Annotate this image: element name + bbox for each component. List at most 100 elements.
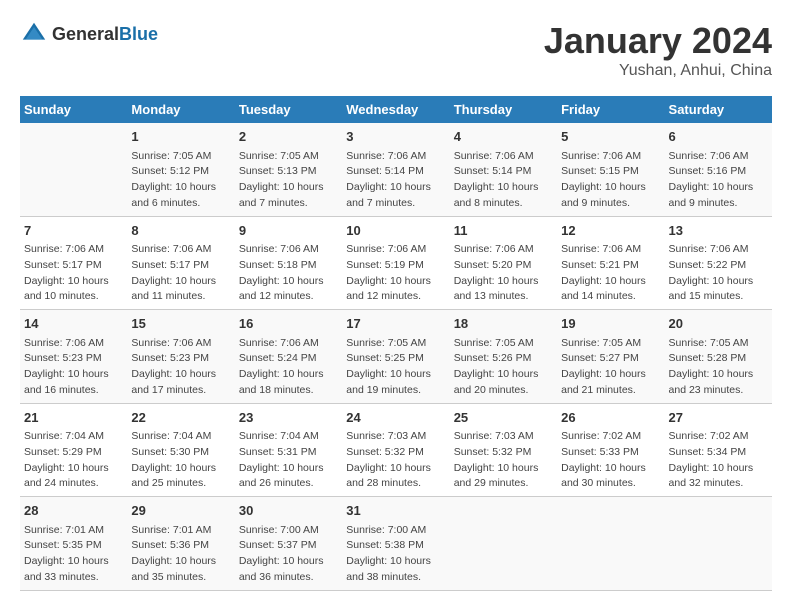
- header-day-monday: Monday: [127, 96, 234, 123]
- day-number: 18: [454, 314, 553, 334]
- day-info: Sunrise: 7:05 AMSunset: 5:26 PMDaylight:…: [454, 336, 553, 399]
- month-title: January 2024: [544, 20, 772, 62]
- calendar-cell: 1Sunrise: 7:05 AMSunset: 5:12 PMDaylight…: [127, 123, 234, 216]
- day-info: Sunrise: 7:00 AMSunset: 5:37 PMDaylight:…: [239, 523, 338, 586]
- day-info: Sunrise: 7:06 AMSunset: 5:14 PMDaylight:…: [454, 149, 553, 212]
- calendar-cell: 5Sunrise: 7:06 AMSunset: 5:15 PMDaylight…: [557, 123, 664, 216]
- day-number: 22: [131, 408, 230, 428]
- day-number: 28: [24, 501, 123, 521]
- day-info: Sunrise: 7:06 AMSunset: 5:16 PMDaylight:…: [669, 149, 768, 212]
- day-number: 29: [131, 501, 230, 521]
- calendar-cell: 29Sunrise: 7:01 AMSunset: 5:36 PMDayligh…: [127, 497, 234, 591]
- calendar-cell: 3Sunrise: 7:06 AMSunset: 5:14 PMDaylight…: [342, 123, 449, 216]
- day-info: Sunrise: 7:06 AMSunset: 5:23 PMDaylight:…: [131, 336, 230, 399]
- day-info: Sunrise: 7:06 AMSunset: 5:22 PMDaylight:…: [669, 242, 768, 305]
- day-number: 16: [239, 314, 338, 334]
- day-info: Sunrise: 7:06 AMSunset: 5:24 PMDaylight:…: [239, 336, 338, 399]
- day-info: Sunrise: 7:05 AMSunset: 5:27 PMDaylight:…: [561, 336, 660, 399]
- day-number: 7: [24, 221, 123, 241]
- day-info: Sunrise: 7:05 AMSunset: 5:12 PMDaylight:…: [131, 149, 230, 212]
- location-title: Yushan, Anhui, China: [544, 62, 772, 80]
- calendar-cell: 22Sunrise: 7:04 AMSunset: 5:30 PMDayligh…: [127, 403, 234, 497]
- day-number: 30: [239, 501, 338, 521]
- day-info: Sunrise: 7:03 AMSunset: 5:32 PMDaylight:…: [454, 429, 553, 492]
- day-number: 26: [561, 408, 660, 428]
- week-row-2: 7 Sunrise: 7:06 AMSunset: 5:17 PMDaylight…: [20, 216, 772, 310]
- header-day-saturday: Saturday: [665, 96, 772, 123]
- logo: GeneralBlue: [20, 20, 158, 48]
- calendar-cell: 11Sunrise: 7:06 AMSunset: 5:20 PMDayligh…: [450, 216, 557, 310]
- calendar-cell: 13Sunrise: 7:06 AMSunset: 5:22 PMDayligh…: [665, 216, 772, 310]
- calendar-cell: 18Sunrise: 7:05 AMSunset: 5:26 PMDayligh…: [450, 310, 557, 404]
- calendar-cell: 2Sunrise: 7:05 AMSunset: 5:13 PMDaylight…: [235, 123, 342, 216]
- day-number: 11: [454, 221, 553, 241]
- logo-blue: Blue: [119, 24, 158, 44]
- calendar-cell: [665, 497, 772, 591]
- calendar-cell: 6Sunrise: 7:06 AMSunset: 5:16 PMDaylight…: [665, 123, 772, 216]
- day-number: 4: [454, 127, 553, 147]
- day-info: Sunrise: 7:06 AMSunset: 5:14 PMDaylight:…: [346, 149, 445, 212]
- day-info: Sunrise: 7:05 AMSunset: 5:13 PMDaylight:…: [239, 149, 338, 212]
- header-day-friday: Friday: [557, 96, 664, 123]
- day-info: Sunrise: 7:06 AMSunset: 5:21 PMDaylight:…: [561, 242, 660, 305]
- day-number: 13: [669, 221, 768, 241]
- day-number: 21: [24, 408, 123, 428]
- day-number: 6: [669, 127, 768, 147]
- calendar-cell: 15Sunrise: 7:06 AMSunset: 5:23 PMDayligh…: [127, 310, 234, 404]
- day-info: Sunrise: 7:02 AMSunset: 5:34 PMDaylight:…: [669, 429, 768, 492]
- day-number: 8: [131, 221, 230, 241]
- calendar-cell: 12Sunrise: 7:06 AMSunset: 5:21 PMDayligh…: [557, 216, 664, 310]
- days-of-week-row: SundayMondayTuesdayWednesdayThursdayFrid…: [20, 96, 772, 123]
- header-day-thursday: Thursday: [450, 96, 557, 123]
- calendar-cell: 9Sunrise: 7:06 AMSunset: 5:18 PMDaylight…: [235, 216, 342, 310]
- calendar-cell: 25Sunrise: 7:03 AMSunset: 5:32 PMDayligh…: [450, 403, 557, 497]
- day-number: 10: [346, 221, 445, 241]
- header-day-sunday: Sunday: [20, 96, 127, 123]
- calendar-table: SundayMondayTuesdayWednesdayThursdayFrid…: [20, 96, 772, 591]
- day-info: Sunrise: 7:02 AMSunset: 5:33 PMDaylight:…: [561, 429, 660, 492]
- header-day-tuesday: Tuesday: [235, 96, 342, 123]
- day-info: Sunrise: 7:03 AMSunset: 5:32 PMDaylight:…: [346, 429, 445, 492]
- day-number: 31: [346, 501, 445, 521]
- day-info: Sunrise: 7:06 AMSunset: 5:19 PMDaylight:…: [346, 242, 445, 305]
- calendar-cell: 19Sunrise: 7:05 AMSunset: 5:27 PMDayligh…: [557, 310, 664, 404]
- day-number: 23: [239, 408, 338, 428]
- day-number: 24: [346, 408, 445, 428]
- calendar-cell: 24Sunrise: 7:03 AMSunset: 5:32 PMDayligh…: [342, 403, 449, 497]
- calendar-cell: 30Sunrise: 7:00 AMSunset: 5:37 PMDayligh…: [235, 497, 342, 591]
- day-info: Sunrise: 7:00 AMSunset: 5:38 PMDaylight:…: [346, 523, 445, 586]
- day-info: Sunrise: 7:01 AMSunset: 5:35 PMDaylight:…: [24, 523, 123, 586]
- calendar-cell: 16Sunrise: 7:06 AMSunset: 5:24 PMDayligh…: [235, 310, 342, 404]
- calendar-cell: [20, 123, 127, 216]
- logo-icon: [20, 20, 48, 48]
- day-info: Sunrise: 7:04 AMSunset: 5:29 PMDaylight:…: [24, 429, 123, 492]
- week-row-4: 21Sunrise: 7:04 AMSunset: 5:29 PMDayligh…: [20, 403, 772, 497]
- calendar-cell: 20Sunrise: 7:05 AMSunset: 5:28 PMDayligh…: [665, 310, 772, 404]
- day-number: 27: [669, 408, 768, 428]
- calendar-cell: 4Sunrise: 7:06 AMSunset: 5:14 PMDaylight…: [450, 123, 557, 216]
- day-number: 3: [346, 127, 445, 147]
- day-number: 1: [131, 127, 230, 147]
- calendar-cell: [557, 497, 664, 591]
- calendar-header: SundayMondayTuesdayWednesdayThursdayFrid…: [20, 96, 772, 123]
- day-number: 5: [561, 127, 660, 147]
- day-info: Sunrise: 7:05 AMSunset: 5:25 PMDaylight:…: [346, 336, 445, 399]
- week-row-1: 1Sunrise: 7:05 AMSunset: 5:12 PMDaylight…: [20, 123, 772, 216]
- day-info: Sunrise: 7:06 AMSunset: 5:23 PMDaylight:…: [24, 336, 123, 399]
- day-info: Sunrise: 7:04 AMSunset: 5:30 PMDaylight:…: [131, 429, 230, 492]
- calendar-cell: 27Sunrise: 7:02 AMSunset: 5:34 PMDayligh…: [665, 403, 772, 497]
- calendar-cell: 10Sunrise: 7:06 AMSunset: 5:19 PMDayligh…: [342, 216, 449, 310]
- day-info: Sunrise: 7:06 AMSunset: 5:18 PMDaylight:…: [239, 242, 338, 305]
- day-info: Sunrise: 7:04 AMSunset: 5:31 PMDaylight:…: [239, 429, 338, 492]
- calendar-body: 1Sunrise: 7:05 AMSunset: 5:12 PMDaylight…: [20, 123, 772, 590]
- day-info: Sunrise: 7:06 AMSunset: 5:15 PMDaylight:…: [561, 149, 660, 212]
- calendar-cell: 28Sunrise: 7:01 AMSunset: 5:35 PMDayligh…: [20, 497, 127, 591]
- page-header: GeneralBlue January 2024 Yushan, Anhui, …: [20, 20, 772, 80]
- calendar-cell: 31Sunrise: 7:00 AMSunset: 5:38 PMDayligh…: [342, 497, 449, 591]
- day-info: Sunrise: 7:05 AMSunset: 5:28 PMDaylight:…: [669, 336, 768, 399]
- title-block: January 2024 Yushan, Anhui, China: [544, 20, 772, 80]
- calendar-cell: [450, 497, 557, 591]
- week-row-3: 14Sunrise: 7:06 AMSunset: 5:23 PMDayligh…: [20, 310, 772, 404]
- day-info: Sunrise: 7:06 AMSunset: 5:17 PMDaylight:…: [131, 242, 230, 305]
- day-number: 15: [131, 314, 230, 334]
